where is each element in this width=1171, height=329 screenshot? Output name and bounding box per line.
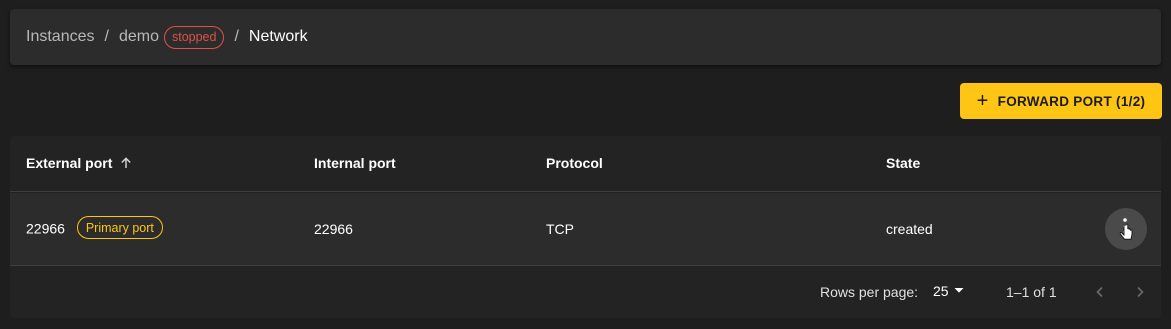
- internal-port-value: 22966: [314, 221, 353, 237]
- breadcrumb: Instances / demo stopped / Network: [10, 9, 1161, 65]
- chevron-right-icon: [1133, 285, 1147, 302]
- instance-status-badge: stopped: [163, 25, 225, 49]
- column-header-label: Protocol: [546, 155, 603, 171]
- primary-port-badge: Primary port: [76, 216, 163, 239]
- previous-page-button[interactable]: [1088, 281, 1112, 305]
- row-actions-button[interactable]: [1105, 208, 1147, 250]
- column-header-external-port[interactable]: External port: [26, 155, 133, 171]
- rows-per-page-value: 25: [933, 283, 949, 299]
- breadcrumb-instance-link[interactable]: demo: [119, 28, 159, 46]
- plus-icon: +: [976, 90, 989, 112]
- breadcrumb-separator: /: [234, 28, 239, 45]
- state-value: created: [886, 221, 933, 237]
- column-header-label: Internal port: [314, 155, 396, 171]
- column-header-label: External port: [26, 155, 113, 171]
- table-row: 22966 Primary port 22966 TCP created: [10, 193, 1161, 266]
- rows-per-page-label: Rows per page:: [820, 284, 919, 300]
- table-pagination: Rows per page: 25 1–1 of 1: [10, 267, 1161, 318]
- external-port-value: 22966: [26, 220, 65, 237]
- next-page-button[interactable]: [1128, 281, 1152, 305]
- forward-port-button[interactable]: + FORWARD PORT (1/2): [960, 83, 1162, 119]
- table-header: External port Internal port Protocol Sta…: [10, 136, 1161, 192]
- breadcrumb-instances-link[interactable]: Instances: [26, 28, 94, 46]
- rows-per-page-select[interactable]: 25: [933, 283, 969, 299]
- column-header-label: State: [886, 155, 921, 171]
- more-vertical-icon: [1115, 213, 1137, 246]
- chevron-left-icon: [1093, 285, 1107, 302]
- column-header-state: State: [886, 155, 920, 171]
- protocol-value: TCP: [546, 221, 574, 237]
- breadcrumb-separator: /: [104, 28, 109, 45]
- arrow-up-icon: [119, 156, 133, 170]
- forward-port-label: FORWARD PORT (1/2): [997, 93, 1146, 109]
- caret-down-icon: [953, 283, 965, 299]
- pagination-range: 1–1 of 1: [1006, 284, 1057, 300]
- breadcrumb-current-page: Network: [248, 28, 308, 45]
- column-header-internal-port: Internal port: [314, 155, 396, 171]
- column-header-protocol: Protocol: [546, 155, 603, 171]
- external-port-cell: 22966 Primary port: [26, 216, 163, 241]
- ports-table: External port Internal port Protocol Sta…: [10, 136, 1161, 318]
